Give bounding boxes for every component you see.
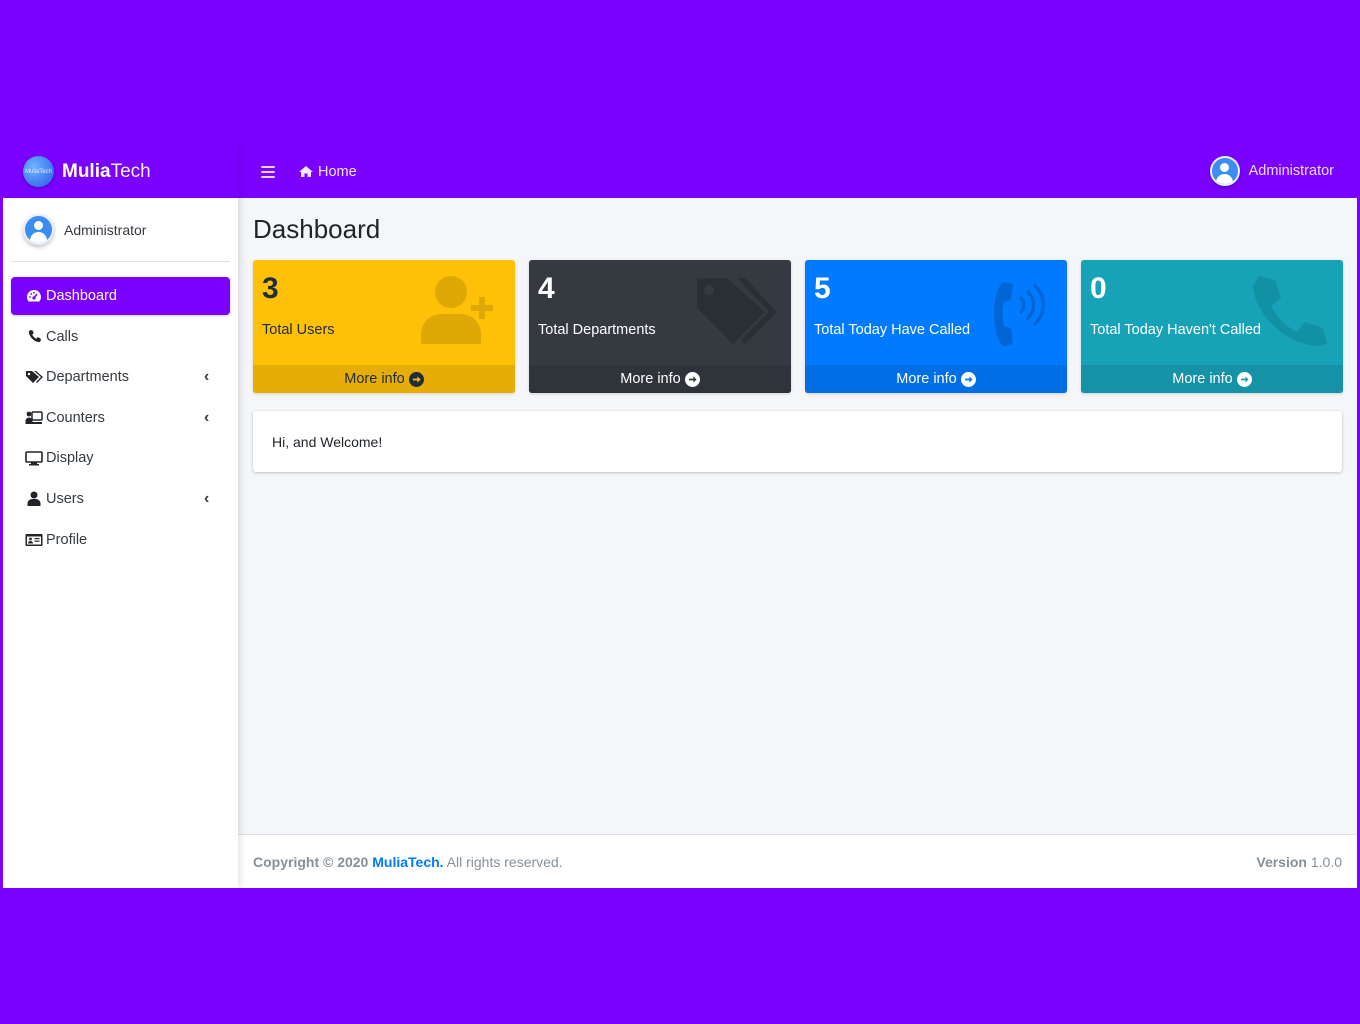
avatar: [1209, 156, 1240, 186]
page-title: Dashboard: [253, 214, 381, 244]
stat-label: Total Users: [262, 322, 335, 338]
sidebar-user-name: Administrator: [64, 221, 147, 238]
sidebar-item-calls[interactable]: Calls: [11, 318, 230, 356]
welcome-card: Hi, and Welcome!: [253, 411, 1342, 472]
user-plus-icon: [421, 276, 493, 344]
arrow-circle-right-icon: [1236, 371, 1252, 387]
chevron-left-icon: ‹: [204, 408, 210, 426]
stat-label: Total Today Have Called: [814, 322, 971, 338]
sidebar-item-users[interactable]: Users ‹: [11, 480, 230, 518]
main-content: Dashboard 3 Total Users More info 4 Tota…: [238, 198, 1357, 888]
sidebar-item-dashboard[interactable]: Dashboard: [11, 277, 230, 315]
stat-label: Total Today Haven't Called: [1090, 322, 1261, 338]
hamburger-menu-icon[interactable]: [261, 165, 275, 178]
sidebar-item-label: Profile: [46, 531, 88, 548]
counter-icon: [25, 410, 43, 426]
more-info-label: More info: [896, 371, 957, 387]
arrow-circle-right-icon: [684, 371, 700, 387]
copyright-text: Copyright © 2020: [253, 853, 369, 870]
sidebar-item-label: Calls: [46, 328, 79, 345]
stat-box-today-not-called: 0 Total Today Haven't Called More info: [1081, 260, 1343, 393]
version-info: Version 1.0.0: [1256, 854, 1342, 870]
home-label: Home: [318, 163, 357, 180]
app-window: MuliaTech MuliaTech Administrator Dashbo…: [3, 145, 1357, 888]
sidebar-item-label: Departments: [46, 369, 130, 386]
user-icon: [25, 491, 43, 507]
phone-icon: [1253, 276, 1327, 346]
phone-icon: [25, 329, 43, 345]
tachometer-icon: [25, 288, 43, 304]
top-user-name: Administrator: [1248, 163, 1334, 179]
brand-name-bold: Mulia: [62, 160, 111, 182]
tags-icon: [697, 278, 777, 344]
stat-value: 4: [538, 272, 555, 305]
company-link[interactable]: MuliaTech.: [372, 854, 443, 870]
sidebar-user-panel[interactable]: Administrator: [11, 198, 230, 262]
desktop-icon: [25, 450, 43, 466]
arrow-circle-right-icon: [960, 371, 976, 387]
brand-logo-text: MuliaTech: [24, 168, 52, 175]
brand-logo: MuliaTech: [23, 156, 54, 187]
stat-value: 0: [1090, 272, 1107, 305]
copyright: Copyright © 2020 MuliaTech. All rights r…: [253, 854, 563, 870]
sidebar-item-label: Display: [46, 450, 94, 467]
sidebar: MuliaTech MuliaTech Administrator Dashbo…: [3, 145, 238, 888]
top-user-menu[interactable]: Administrator: [1209, 156, 1334, 186]
sidebar-item-label: Dashboard: [46, 288, 117, 304]
version-label: Version: [1256, 853, 1307, 870]
rights-text: All rights reserved.: [446, 853, 563, 870]
page-footer: Copyright © 2020 MuliaTech. All rights r…: [238, 834, 1357, 888]
tags-icon: [25, 369, 43, 385]
more-info-link[interactable]: More info: [805, 365, 1067, 393]
arrow-circle-right-icon: [408, 371, 424, 387]
sidebar-item-profile[interactable]: Profile: [11, 521, 230, 559]
more-info-link[interactable]: More info: [529, 365, 791, 393]
more-info-link[interactable]: More info: [253, 365, 515, 393]
sidebar-item-counters[interactable]: Counters ‹: [11, 399, 230, 437]
chevron-left-icon: ‹: [204, 489, 210, 507]
home-icon: [299, 166, 313, 177]
chevron-left-icon: ‹: [204, 368, 210, 386]
more-info-label: More info: [344, 371, 405, 387]
stat-box-total-users: 3 Total Users More info: [253, 260, 515, 393]
version-number: 1.0.0: [1310, 853, 1342, 870]
more-info-link[interactable]: More info: [1081, 365, 1343, 393]
more-info-label: More info: [1172, 371, 1233, 387]
id-card-icon: [25, 532, 43, 548]
stat-value: 3: [262, 272, 279, 305]
stat-box-today-called: 5 Total Today Have Called More info: [805, 260, 1067, 393]
phone-volume-icon: [994, 282, 1045, 346]
stat-value: 5: [814, 272, 831, 305]
brand[interactable]: MuliaTech MuliaTech: [3, 145, 238, 198]
sidebar-item-display[interactable]: Display: [11, 439, 230, 477]
sidebar-item-departments[interactable]: Departments ‹: [11, 358, 230, 396]
top-navbar: Home Administrator: [238, 145, 1357, 198]
brand-name-light: Tech: [110, 160, 151, 182]
sidebar-item-label: Users: [46, 490, 84, 507]
avatar: [23, 214, 54, 245]
stat-box-total-departments: 4 Total Departments More info: [529, 260, 791, 393]
home-link[interactable]: Home: [298, 164, 357, 180]
brand-name: MuliaTech: [62, 161, 151, 183]
welcome-text: Hi, and Welcome!: [272, 433, 383, 450]
more-info-label: More info: [620, 371, 681, 387]
sidebar-item-label: Counters: [46, 409, 105, 426]
stat-label: Total Departments: [538, 322, 656, 338]
sidebar-nav: Dashboard Calls Departments ‹ Counters ‹…: [3, 262, 238, 559]
